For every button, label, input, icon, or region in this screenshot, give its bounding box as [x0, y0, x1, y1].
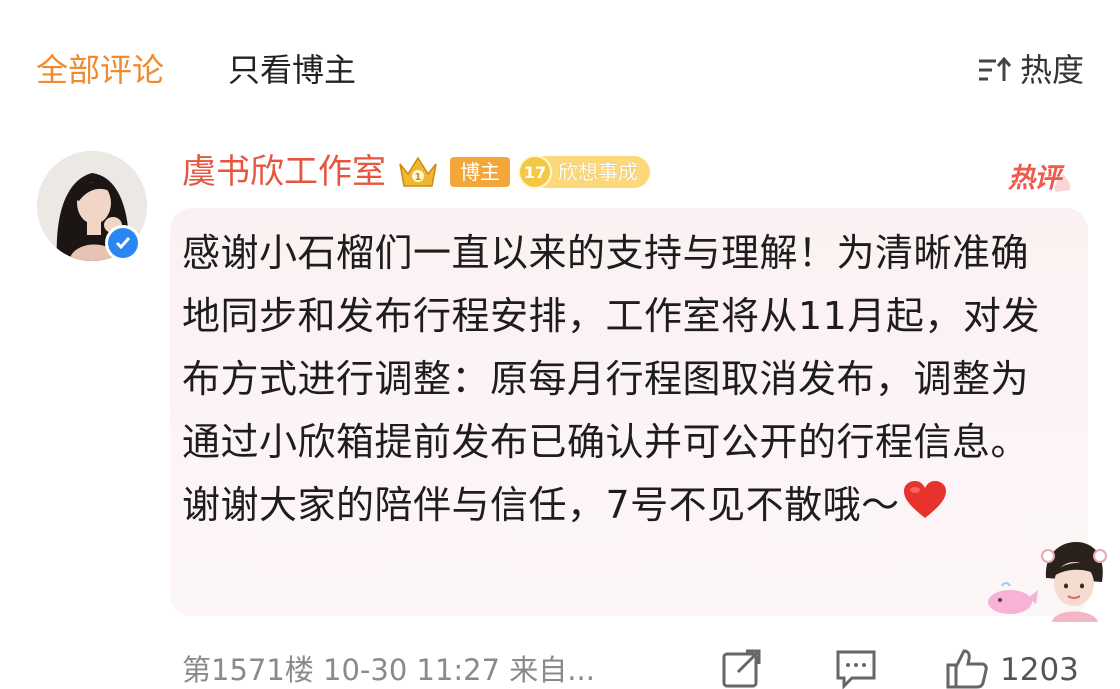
- fan-group-label: 欣想事成: [558, 160, 638, 184]
- hot-comment-badge: 热评: [1002, 156, 1082, 196]
- thumbs-up-icon: [944, 645, 990, 689]
- blogger-badge: 博主: [450, 157, 510, 187]
- hot-comment-label: 热评: [1008, 163, 1061, 194]
- bubble-decoration-whale-icon: [982, 578, 1038, 618]
- like-count: 1203: [1000, 652, 1079, 688]
- reply-button[interactable]: [834, 646, 878, 689]
- share-button[interactable]: [720, 646, 764, 689]
- heart-emoji-icon: [902, 476, 948, 539]
- bubble-decoration-figure-icon: [1036, 538, 1110, 622]
- fan-group-badge[interactable]: 17 欣想事成: [518, 155, 650, 189]
- comment-icon: [834, 646, 878, 689]
- crown-level: 1: [415, 172, 422, 183]
- comment-meta: 第1571楼 10-30 11:27 来自...: [182, 653, 595, 687]
- sort-label: 热度: [1019, 51, 1084, 89]
- tab-all-comments[interactable]: 全部评论: [36, 50, 164, 90]
- sort-icon: [976, 55, 1012, 85]
- share-icon: [720, 646, 764, 689]
- like-button[interactable]: 1203: [944, 646, 1079, 689]
- comment-header: 虞书欣工作室 1 博主 17 欣想事成: [182, 150, 650, 194]
- fan-level-icon: 17: [518, 155, 552, 189]
- crown-icon: 1: [396, 150, 440, 194]
- tab-blogger-only[interactable]: 只看博主: [228, 50, 356, 90]
- comment-text: 感谢小石榴们一直以来的支持与理解！为清晰准确地同步和发布行程安排，工作室将从11…: [182, 222, 1062, 539]
- verified-icon: [105, 225, 141, 261]
- username[interactable]: 虞书欣工作室: [182, 150, 386, 194]
- sort-button[interactable]: 热度: [976, 50, 1084, 90]
